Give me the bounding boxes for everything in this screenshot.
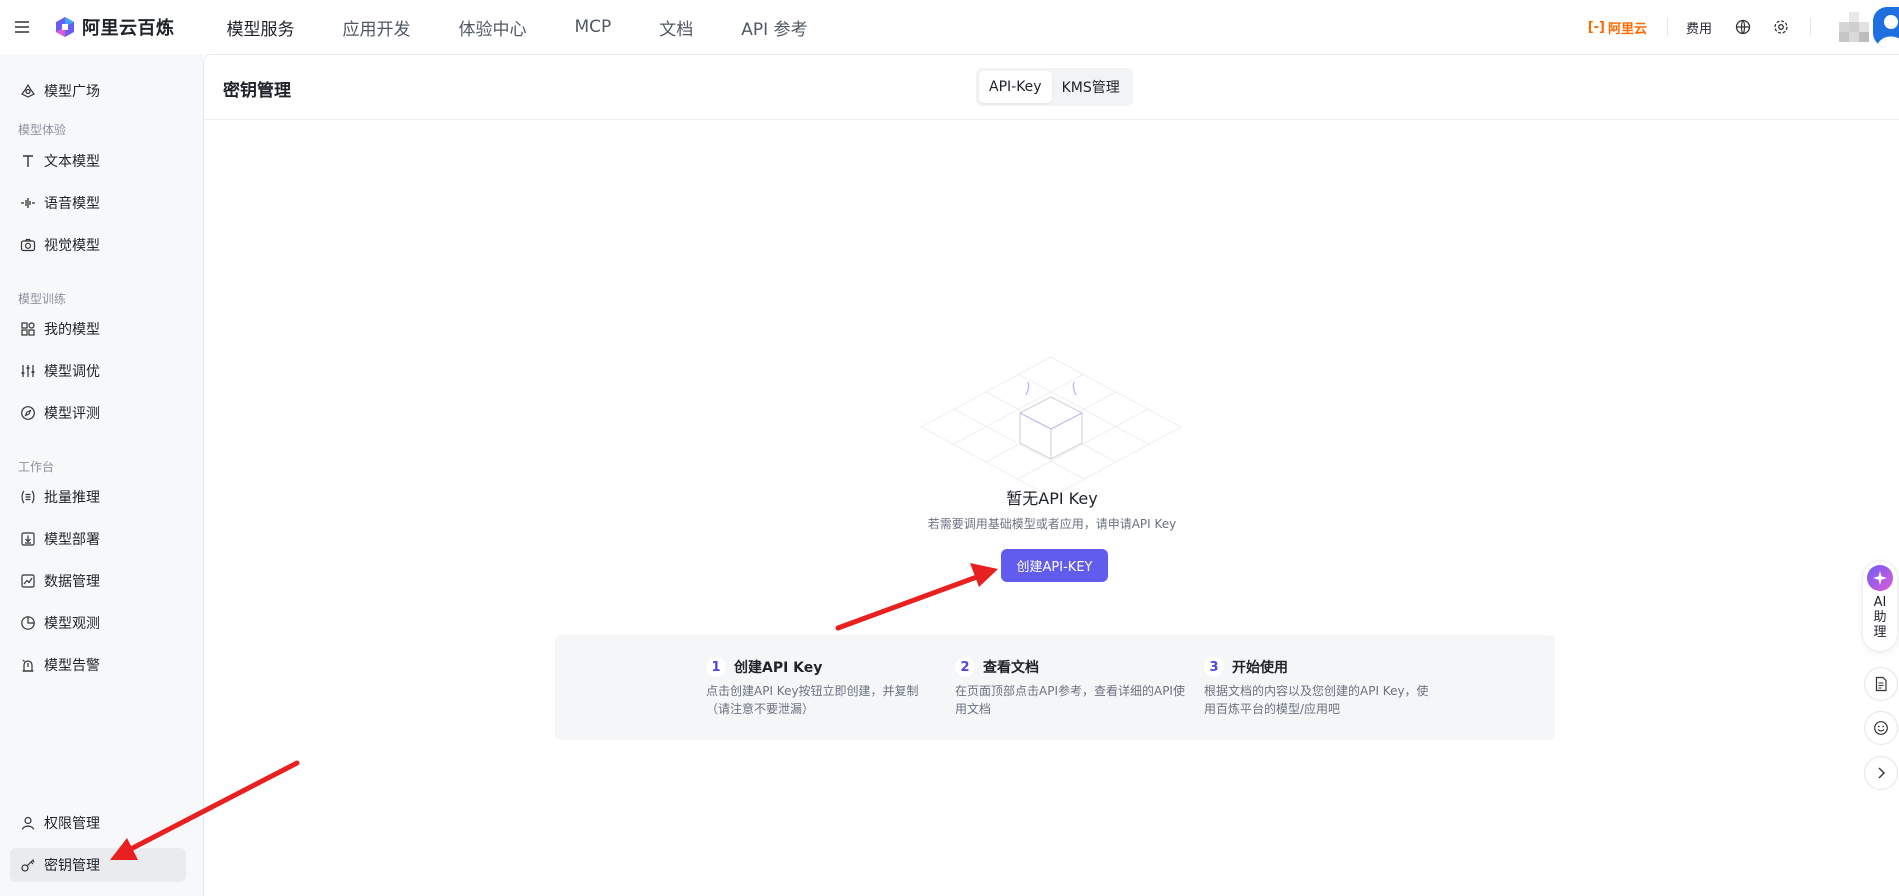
fee-link[interactable]: 费用 xyxy=(1686,18,1712,37)
camera-icon xyxy=(20,237,36,253)
tab-switch: API-Key KMS管理 xyxy=(976,68,1133,106)
alarm-icon xyxy=(20,657,36,673)
step-description: 根据文档的内容以及您创建的API Key，使用百炼平台的模型/应用吧 xyxy=(1204,684,1429,716)
sidebar-item-label: 模型告警 xyxy=(44,658,100,674)
tab-kms[interactable]: KMS管理 xyxy=(1052,71,1130,103)
gear-icon[interactable] xyxy=(1772,18,1790,36)
step-number: 1 xyxy=(706,657,726,677)
sidebar-item-label: 批量推理 xyxy=(44,490,100,506)
model-square-icon xyxy=(20,83,36,99)
sidebar-item-label: 模型评测 xyxy=(44,406,100,422)
sidebar-item-voice-model[interactable]: 语音模型 xyxy=(10,186,186,220)
globe-icon[interactable] xyxy=(1734,18,1752,36)
sidebar-item-label: 模型广场 xyxy=(44,84,100,100)
sidebar-item-deploy[interactable]: 模型部署 xyxy=(10,522,186,556)
text-icon xyxy=(20,153,36,169)
sidebar-item-permissions[interactable]: 权限管理 xyxy=(10,806,186,840)
brand-name: 阿里云百炼 xyxy=(82,18,175,39)
compass-icon xyxy=(20,405,36,421)
aliyun-logo[interactable]: [-] 阿里云 xyxy=(1588,18,1647,37)
topnav-model-service[interactable]: 模型服务 xyxy=(227,15,295,40)
step-description: 在页面顶部点击API参考，查看详细的API使用文档 xyxy=(955,684,1185,716)
step-title: 创建API Key xyxy=(734,660,823,676)
tab-api-key[interactable]: API-Key xyxy=(979,71,1052,103)
page-title: 密钥管理 xyxy=(223,81,291,101)
group-label-experience: 模型体验 xyxy=(18,123,67,137)
smiley-icon[interactable] xyxy=(1864,711,1898,745)
document-icon[interactable] xyxy=(1864,667,1898,701)
group-label-workbench: 工作台 xyxy=(18,460,55,474)
page-header: 密钥管理 API-Key KMS管理 xyxy=(204,55,1899,120)
group-label-training: 模型训练 xyxy=(18,292,67,306)
chart-line-icon xyxy=(20,573,36,589)
user-icon xyxy=(20,815,36,831)
sidebar-item-evaluation[interactable]: 模型评测 xyxy=(10,396,186,430)
step-card: 2 查看文档 在页面顶部点击API参考，查看详细的API使用文档 xyxy=(955,657,1185,718)
topnav-docs[interactable]: 文档 xyxy=(659,15,693,40)
sidebar-item-fine-tune[interactable]: 模型调优 xyxy=(10,354,186,388)
empty-description: 若需要调用基础模型或者应用，请申请API Key xyxy=(927,517,1177,531)
step-card: 1 创建API Key 点击创建API Key按钮立即创建，并复制（请注意不要泄漏… xyxy=(706,657,936,718)
menu-icon[interactable] xyxy=(0,0,44,54)
download-box-icon xyxy=(20,531,36,547)
step-number: 3 xyxy=(1204,657,1224,677)
create-api-key-button[interactable]: 创建API-KEY xyxy=(1001,549,1108,582)
pie-chart-icon xyxy=(20,615,36,631)
sidebar-item-label: 视觉模型 xyxy=(44,238,100,254)
sidebar-item-text-model[interactable]: 文本模型 xyxy=(10,144,186,178)
ai-assistant-button[interactable]: AI助理 xyxy=(1862,560,1898,652)
sidebar-item-key-management[interactable]: 密钥管理 xyxy=(10,848,186,882)
steps-panel: 1 创建API Key 点击创建API Key按钮立即创建，并复制（请注意不要泄漏… xyxy=(555,635,1555,740)
step-card: 3 开始使用 根据文档的内容以及您创建的API Key，使用百炼平台的模型/应用吧 xyxy=(1204,657,1434,718)
topnav-app-dev[interactable]: 应用开发 xyxy=(343,15,411,40)
sidebar-item-label: 文本模型 xyxy=(44,154,100,170)
sidebar-item-label: 模型观测 xyxy=(44,616,100,632)
aliyun-bracket-icon: [-] xyxy=(1587,19,1605,35)
top-nav: 模型服务 应用开发 体验中心 MCP 文档 API 参考 xyxy=(227,15,808,40)
sidebar-item-vision-model[interactable]: 视觉模型 xyxy=(10,228,186,262)
empty-title: 暂无API Key xyxy=(1006,489,1098,508)
top-bar: 阿里云百炼 模型服务 应用开发 体验中心 MCP 文档 API 参考 [-] 阿… xyxy=(0,0,1899,54)
divider xyxy=(1666,18,1668,36)
user-avatar[interactable] xyxy=(1873,7,1899,47)
sidebar-item-label: 语音模型 xyxy=(44,196,100,212)
sparkle-icon xyxy=(1867,565,1893,591)
step-description: 点击创建API Key按钮立即创建，并复制（请注意不要泄漏） xyxy=(706,684,919,716)
bailian-logo-icon xyxy=(56,17,74,37)
apps-icon xyxy=(20,321,36,337)
sidebar-item-observe[interactable]: 模型观测 xyxy=(10,606,186,640)
avatar[interactable] xyxy=(1839,12,1869,42)
sidebar-item-alert[interactable]: 模型告警 xyxy=(10,648,186,682)
waveform-icon xyxy=(20,195,36,211)
step-title: 查看文档 xyxy=(983,660,1039,676)
topnav-mcp[interactable]: MCP xyxy=(575,17,612,37)
sidebar-item-my-models[interactable]: 我的模型 xyxy=(10,312,186,346)
topnav-experience[interactable]: 体验中心 xyxy=(459,15,527,40)
sidebar-item-data[interactable]: 数据管理 xyxy=(10,564,186,598)
sidebar-item-label: 模型部署 xyxy=(44,532,100,548)
aliyun-label: 阿里云 xyxy=(1607,21,1647,37)
step-title: 开始使用 xyxy=(1232,660,1288,676)
brand[interactable]: 阿里云百炼 xyxy=(54,14,175,40)
list-parens-icon xyxy=(20,489,36,505)
topnav-api-ref[interactable]: API 参考 xyxy=(741,15,807,40)
empty-box-illustration xyxy=(919,356,1183,498)
sidebar-item-batch-inference[interactable]: 批量推理 xyxy=(10,480,186,514)
main-panel: 密钥管理 API-Key KMS管理 暂无API Key 若需要调用基础模型或者… xyxy=(203,54,1899,896)
sidebar-item-label: 数据管理 xyxy=(44,574,100,590)
sidebar-item-label: 权限管理 xyxy=(44,816,100,832)
sidebar-item-label: 模型调优 xyxy=(44,364,100,380)
divider xyxy=(1810,18,1811,36)
top-right: [-] 阿里云 费用 xyxy=(1588,0,1899,54)
sidebar-item-model-square[interactable]: 模型广场 xyxy=(10,74,186,108)
sidebar: 模型广场 模型体验 文本模型 语音模型 视觉模型 模型训练 我的模型 模型调优 … xyxy=(0,54,203,896)
step-number: 2 xyxy=(955,657,975,677)
sidebar-item-label: 密钥管理 xyxy=(44,858,100,874)
sliders-icon xyxy=(20,363,36,379)
sidebar-item-label: 我的模型 xyxy=(44,322,100,338)
chevron-right-icon[interactable] xyxy=(1864,756,1898,790)
key-icon xyxy=(20,857,36,873)
ai-assistant-label: AI助理 xyxy=(1873,595,1887,640)
